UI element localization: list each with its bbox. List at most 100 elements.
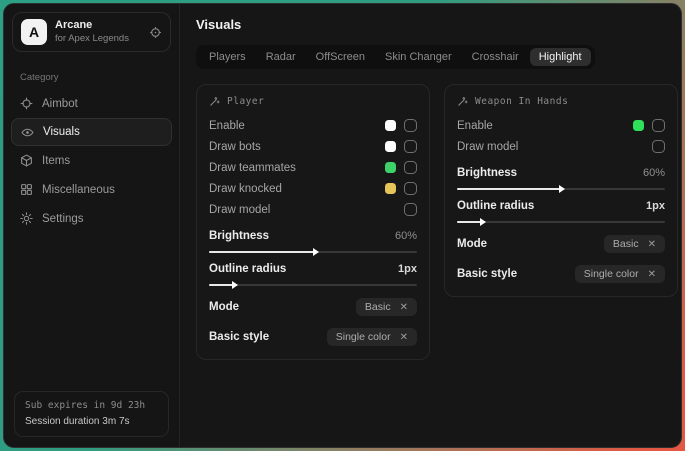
slider-label: Outline radius [209,263,286,275]
tag-pill-basic[interactable]: Basic✕ [604,235,665,253]
pill-row-mode: Mode Basic✕ [209,298,417,316]
slider-label: Outline radius [457,200,534,212]
app-name: Arcane [55,19,141,33]
panel-title: Player [227,96,264,107]
grid-icon [20,183,33,196]
page-title: Visuals [196,17,678,32]
slider-track[interactable] [457,188,665,190]
toggle-row-enable: Enable [209,115,417,136]
tag-pill-value: Single color [584,268,639,280]
remove-tag-icon[interactable]: ✕ [648,239,656,250]
sidebar-item-label: Aimbot [42,98,78,110]
toggle-row-draw-knocked: Draw knocked [209,178,417,199]
panel-header: Player [209,96,417,107]
checkbox[interactable] [404,140,417,153]
slider-track[interactable] [209,251,417,253]
checkbox[interactable] [652,119,665,132]
sidebar-item-label: Miscellaneous [42,184,115,196]
color-swatch[interactable] [385,141,396,152]
tag-pill-single-color[interactable]: Single color ✕ [327,328,417,346]
tab-radar[interactable]: Radar [257,48,305,66]
slider-thumb[interactable] [480,218,486,226]
checkbox[interactable] [404,203,417,216]
remove-tag-icon[interactable]: ✕ [648,269,656,280]
sidebar: A Arcane for Apex Legends Category Aimbo… [4,4,180,447]
sidebar-item-items[interactable]: Items [4,146,179,175]
pill-row-label: Mode [209,301,239,313]
category-label: Category [20,72,163,83]
slider-value: 60% [395,230,417,242]
pill-row-label: Mode [457,238,487,250]
tab-skin-changer[interactable]: Skin Changer [376,48,461,66]
toggle-label: Enable [457,120,633,132]
sidebar-item-aimbot[interactable]: Aimbot [4,89,179,118]
gear-icon [20,212,33,225]
tab-highlight[interactable]: Highlight [530,48,591,66]
session-duration-text: Session duration 3m 7s [25,414,158,430]
sidebar-item-miscellaneous[interactable]: Miscellaneous [4,175,179,204]
panels-container: PlayerEnableDraw botsDraw teammatesDraw … [196,84,678,360]
slider-thumb[interactable] [559,185,565,193]
color-swatch[interactable] [385,120,396,131]
slider-value: 60% [643,167,665,179]
sidebar-item-visuals[interactable]: Visuals [11,118,172,146]
panel-title: Weapon In Hands [475,96,568,107]
slider-row-outline-radius: Outline radius 1px [457,200,665,223]
panel-weapon-in-hands: Weapon In HandsEnableDraw modelBrightnes… [444,84,678,297]
slider-thumb[interactable] [232,281,238,289]
pill-row-basic-style: Basic style Single color ✕ [457,265,665,283]
sidebar-item-settings[interactable]: Settings [4,204,179,233]
color-swatch[interactable] [385,162,396,173]
slider-track[interactable] [457,221,665,223]
checkbox[interactable] [404,182,417,195]
tab-crosshair[interactable]: Crosshair [463,48,528,66]
toggle-label: Draw model [457,141,644,153]
color-swatch[interactable] [633,120,644,131]
checkbox[interactable] [404,161,417,174]
toggle-label: Draw model [209,204,396,216]
pill-row-mode: Mode Basic✕ [457,235,665,253]
toggle-row-draw-bots: Draw bots [209,136,417,157]
checkbox[interactable] [652,140,665,153]
panel-player: PlayerEnableDraw botsDraw teammatesDraw … [196,84,430,360]
toggle-row-draw-model: Draw model [209,199,417,220]
box-icon [20,154,33,167]
toggle-label: Enable [209,120,385,132]
slider-value: 1px [646,200,665,212]
pill-row-basic-style: Basic styleSingle color✕ [209,328,417,346]
sub-expires-text: Sub expires in 9d 23h [25,399,158,414]
slider-fill [209,284,234,286]
wand-icon [209,96,220,107]
remove-tag-icon[interactable]: ✕ [400,302,408,313]
sidebar-item-label: Items [42,155,70,167]
app-logo: A [21,19,47,45]
panel-header: Weapon In Hands [457,96,665,107]
crosshair-icon [20,97,33,110]
wand-icon [457,96,468,107]
slider-row-brightness: Brightness60% [209,230,417,253]
slider-fill [457,221,482,223]
app-window: A Arcane for Apex Legends Category Aimbo… [3,3,682,448]
slider-fill [457,188,561,190]
tab-players[interactable]: Players [200,48,255,66]
toggle-label: Draw knocked [209,183,385,195]
pill-row-label: Basic style [457,268,517,280]
tag-pill-single-color[interactable]: Single color ✕ [575,265,665,283]
sidebar-item-label: Visuals [43,126,80,138]
tab-offscreen[interactable]: OffScreen [307,48,374,66]
eye-icon [21,126,34,139]
toggle-row-enable: Enable [457,115,665,136]
tag-pill-value: Single color [336,331,391,343]
slider-track[interactable] [209,284,417,286]
app-subtitle: for Apex Legends [55,33,141,45]
tag-pill-basic[interactable]: Basic✕ [356,298,417,316]
remove-tag-icon[interactable]: ✕ [400,332,408,343]
subscription-info: Sub expires in 9d 23h Session duration 3… [14,391,169,437]
color-swatch[interactable] [385,183,396,194]
target-icon[interactable] [149,26,162,39]
sidebar-nav: Aimbot Visuals Items Miscellaneous Settings [4,89,179,233]
toggle-label: Draw bots [209,141,385,153]
checkbox[interactable] [404,119,417,132]
sidebar-item-label: Settings [42,213,84,225]
slider-thumb[interactable] [313,248,319,256]
